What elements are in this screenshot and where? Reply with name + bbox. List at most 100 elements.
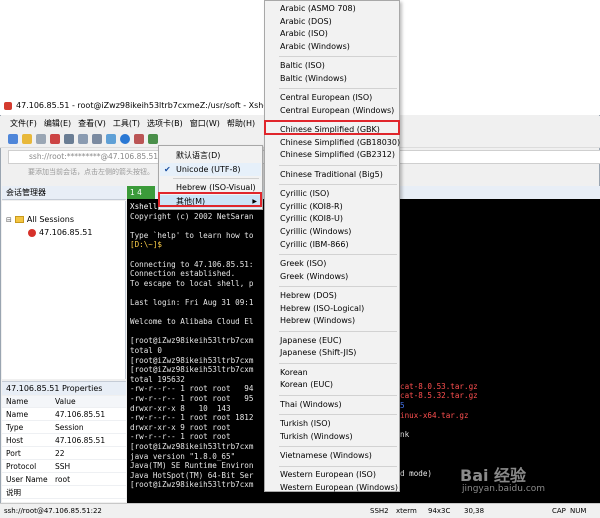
terminal-line: [root@iZwz98ikeih53ltrb7cxm <box>130 355 254 365</box>
session-tab-label: 1 4 <box>130 188 142 197</box>
encoding-item[interactable]: Japanese (EUC) <box>280 335 342 347</box>
menu-item-utf8[interactable]: ✔ Unicode (UTF-8) <box>160 163 261 176</box>
encoding-item[interactable]: Arabic (ASMO 708) <box>280 3 356 15</box>
terminal-line: Xshell <box>130 202 158 211</box>
encoding-item[interactable]: Hebrew (ISO-Logical) <box>280 303 364 315</box>
address-text: ssh://root:*********@47.106.85.51 <box>29 152 159 161</box>
font-icon[interactable] <box>134 133 144 144</box>
terminal-line: -rw-r--r-- 1 root root <box>130 432 231 442</box>
submenu-separator <box>279 254 397 256</box>
encoding-item[interactable]: Turkish (ISO) <box>280 418 331 430</box>
encoding-item[interactable]: Korean (EUC) <box>280 379 333 391</box>
property-value: 47.106.85.51 <box>55 410 106 419</box>
encoding-item[interactable]: Cyrillic (ISO) <box>280 188 329 200</box>
encoding-item[interactable]: Japanese (Shift-JIS) <box>280 347 356 359</box>
menu-item-label: Hebrew (ISO-Visual) <box>176 183 256 192</box>
menu-file[interactable]: 文件(F) <box>10 118 37 129</box>
print-icon[interactable] <box>106 133 116 144</box>
transfer-icon[interactable] <box>148 133 158 144</box>
session-label: 47.106.85.51 <box>39 228 93 237</box>
menu-item-default-language[interactable]: 默认语言(D) <box>160 149 261 162</box>
encoding-item[interactable]: Cyrillic (KOI8-U) <box>280 213 343 225</box>
status-terminal-type: xterm <box>396 507 417 515</box>
menu-edit[interactable]: 编辑(E) <box>44 118 71 129</box>
encoding-item[interactable]: Korean <box>280 367 308 379</box>
encoding-item[interactable]: Chinese Simplified (GB2312) <box>280 149 395 161</box>
terminal-line: Java(TM) SE Runtime Environ <box>130 461 254 471</box>
tree-item-all-sessions[interactable]: ⊟ All Sessions <box>6 215 74 224</box>
menu-tabs[interactable]: 选项卡(B) <box>147 118 183 129</box>
terminal-line: [D:\~]$ <box>130 240 163 250</box>
encoding-item[interactable]: Cyrillic (Windows) <box>280 226 351 238</box>
window-title: 47.106.85.51 - root@iZwz98ikeih53ltrb7cx… <box>16 101 294 110</box>
terminal-line: drwxr-xr-x 9 root root <box>130 422 231 432</box>
column-value: Value <box>55 397 76 406</box>
disconnect-icon[interactable] <box>36 133 46 144</box>
encoding-item[interactable]: Western European (ISO) <box>280 469 376 481</box>
tree-item-session[interactable]: 47.106.85.51 <box>28 228 92 237</box>
property-key: Name <box>6 410 29 419</box>
new-session-icon[interactable] <box>8 133 18 144</box>
encoding-item[interactable]: Cyrillic (KOI8-R) <box>280 201 343 213</box>
property-key: Port <box>6 449 21 458</box>
encoding-globe-icon[interactable] <box>120 133 130 144</box>
copy-icon[interactable] <box>64 133 74 144</box>
terminal-line: -rw-r--r-- 1 root root 1812 <box>130 413 254 423</box>
session-tab[interactable]: 1 4 <box>127 186 155 199</box>
encoding-item[interactable]: Chinese Simplified (GB18030) <box>280 137 400 149</box>
submenu-separator <box>279 165 397 166</box>
property-value: SSH <box>55 462 71 471</box>
encoding-item[interactable]: Greek (Windows) <box>280 271 348 283</box>
encoding-item[interactable]: Central European (Windows) <box>280 105 394 117</box>
encoding-item[interactable]: Turkish (Windows) <box>280 431 353 443</box>
status-protocol: SSH2 <box>370 507 389 515</box>
status-size: 94x3C <box>428 507 451 515</box>
menu-item-label: Unicode (UTF-8) <box>176 165 241 174</box>
menu-item-label: 默认语言(D) <box>176 151 221 160</box>
terminal-line-fragment: 5 <box>400 401 405 410</box>
terminal-line-fragment: d mode) <box>400 469 433 478</box>
encoding-item[interactable]: Western European (Windows) <box>280 482 398 494</box>
xshell-app-icon <box>4 102 12 110</box>
encoding-item[interactable]: Arabic (DOS) <box>280 16 332 28</box>
watermark-url-text: jingyan.baidu.com <box>462 484 546 494</box>
encoding-item[interactable]: Cyrillic (IBM-866) <box>280 239 349 251</box>
encoding-item[interactable]: Baltic (Windows) <box>280 73 347 85</box>
property-value: 47.106.85.51 <box>55 436 106 445</box>
all-sessions-label: All Sessions <box>26 215 75 224</box>
menu-tools[interactable]: 工具(T) <box>113 118 140 129</box>
encoding-submenu: Arabic (ASMO 708) Arabic (DOS) Arabic (ISO… <box>264 0 400 492</box>
menu-separator <box>173 178 259 179</box>
terminal-line: To escape to local shell, p <box>130 278 254 288</box>
reconnect-icon[interactable] <box>50 133 60 144</box>
terminal-line: Copyright (c) 2002 NetSaran <box>130 211 254 221</box>
encoding-item[interactable]: Hebrew (Windows) <box>280 315 355 327</box>
property-row: 说明 <box>2 487 126 499</box>
paste-icon[interactable] <box>78 133 88 144</box>
collapse-icon[interactable]: ⊟ <box>6 216 12 224</box>
encoding-item[interactable]: Arabic (ISO) <box>280 28 328 40</box>
open-folder-icon[interactable] <box>22 133 32 144</box>
property-row: Protocol SSH <box>2 461 126 473</box>
property-row: Name 47.106.85.51 <box>2 409 126 421</box>
menu-help[interactable]: 帮助(H) <box>227 118 255 129</box>
menu-view[interactable]: 查看(V) <box>78 118 106 129</box>
session-icon <box>28 228 36 237</box>
encoding-item[interactable]: Chinese Traditional (Big5) <box>280 169 383 181</box>
encoding-item[interactable]: Vietnamese (Windows) <box>280 450 372 462</box>
property-row: Host 47.106.85.51 <box>2 435 126 447</box>
properties-column-header: Name Value <box>2 396 126 408</box>
find-icon[interactable] <box>92 133 102 144</box>
encoding-item[interactable]: Baltic (ISO) <box>280 60 325 72</box>
submenu-separator <box>279 184 397 186</box>
terminal-line: total 0 <box>130 346 163 355</box>
encoding-item[interactable]: Hebrew (DOS) <box>280 290 337 302</box>
encoding-item[interactable]: Central European (ISO) <box>280 92 372 104</box>
terminal-line: [root@iZwz98ikeih53ltrb7cxm <box>130 336 254 346</box>
encoding-item[interactable]: Arabic (Windows) <box>280 41 350 53</box>
properties-table: Name Value Name 47.106.85.51 Type Session … <box>2 396 126 502</box>
encoding-item[interactable]: Thai (Windows) <box>280 399 342 411</box>
encoding-item[interactable]: Greek (ISO) <box>280 258 326 270</box>
menu-window[interactable]: 窗口(W) <box>190 118 220 129</box>
submenu-separator <box>279 362 397 364</box>
